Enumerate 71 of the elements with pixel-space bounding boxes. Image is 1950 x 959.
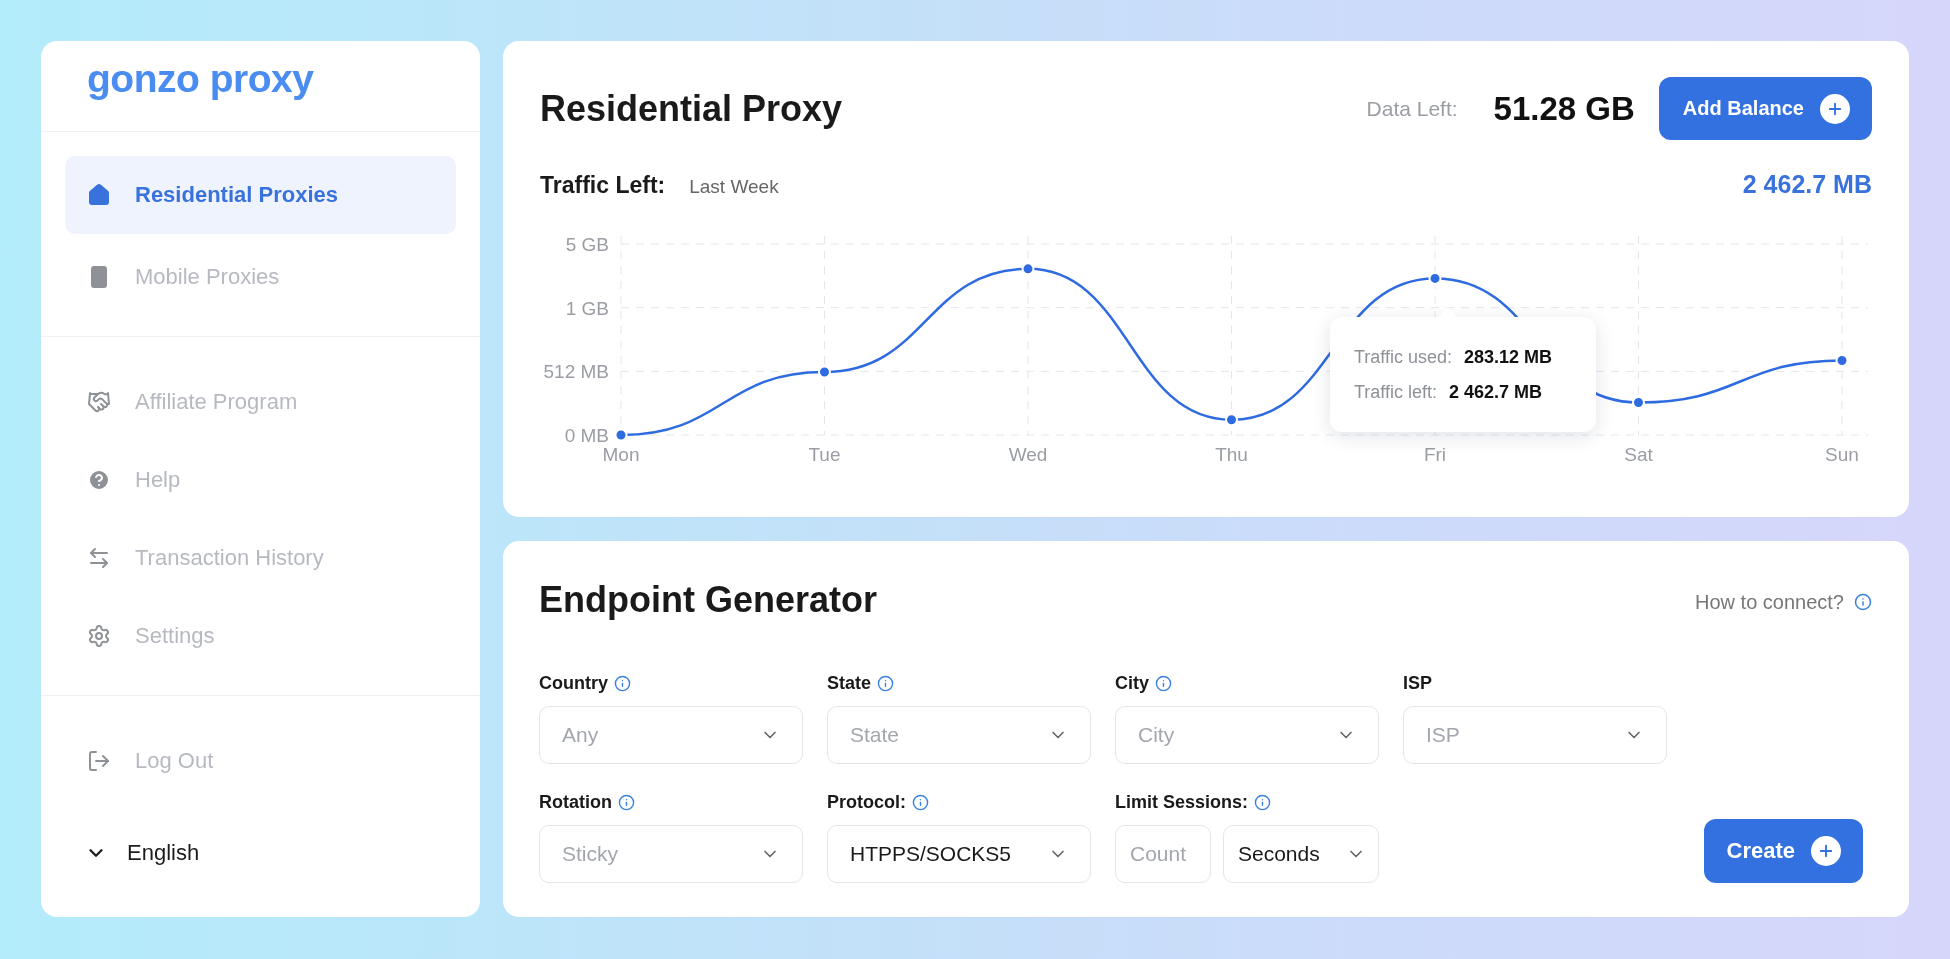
nav-item[interactable]: Mobile Proxies — [65, 242, 456, 312]
axis-label: Thu — [1215, 444, 1248, 465]
data-point — [1835, 354, 1849, 367]
select-field[interactable]: ISP — [1403, 706, 1667, 764]
period-label: Last Week — [689, 176, 780, 198]
plus-icon — [1820, 93, 1850, 124]
help-link[interactable]: How to connect? — [1695, 590, 1872, 614]
info-icon[interactable] — [877, 675, 894, 692]
tooltip-label: Traffic used: — [1354, 346, 1453, 368]
info-icon — [1854, 593, 1872, 611]
help-icon — [87, 468, 111, 492]
select-field[interactable]: Sticky — [539, 825, 803, 883]
transfer-icon — [87, 546, 111, 570]
logout-icon — [87, 749, 111, 773]
input-field[interactable]: Count — [1115, 825, 1211, 883]
data-point — [1632, 396, 1645, 410]
select-field[interactable]: State — [827, 706, 1091, 764]
gear-icon — [87, 624, 111, 648]
house-icon — [87, 183, 111, 207]
select-field[interactable]: City — [1115, 706, 1379, 764]
axis-label: 1 GB — [565, 297, 609, 319]
axis-label: Fri — [1423, 444, 1447, 465]
plus-icon — [1811, 836, 1841, 866]
data-left-label: Data Left: — [1366, 96, 1458, 121]
info-icon[interactable] — [614, 675, 631, 692]
field-label: ISP — [1403, 673, 1432, 694]
create-button[interactable]: Create — [1703, 819, 1863, 883]
data-point — [1225, 413, 1238, 427]
nav-item[interactable]: Transaction History — [65, 523, 456, 593]
axis-label: Wed — [1008, 444, 1048, 465]
nav-item[interactable]: Residential Proxies — [65, 156, 456, 234]
info-icon[interactable] — [1254, 794, 1272, 811]
tooltip-value: 283.12 MB — [1464, 346, 1553, 368]
axis-label: Sat — [1624, 444, 1653, 465]
tooltip-label: Traffic left: — [1354, 381, 1438, 403]
axis-label: Tue — [808, 444, 841, 465]
select-field[interactable]: HTPPS/SOCKS5 — [827, 825, 1091, 883]
axis-label: Mon — [602, 444, 640, 465]
nav-item[interactable]: Log Out — [65, 726, 456, 796]
axis-label: 5 GB — [565, 234, 609, 255]
data-point — [614, 428, 628, 442]
field-label: City — [1115, 673, 1149, 694]
info-icon[interactable] — [1155, 675, 1172, 692]
traffic-label: Traffic Left: — [540, 172, 666, 199]
handshake-icon — [87, 390, 111, 414]
axis-label: 512 MB — [543, 361, 609, 383]
info-icon[interactable] — [912, 794, 929, 811]
nav-item[interactable]: Affiliate Program — [65, 367, 456, 437]
nav-item[interactable]: Settings — [65, 601, 456, 671]
field-label: State — [827, 673, 871, 694]
data-point — [1021, 262, 1035, 276]
field-label: Rotation — [539, 792, 612, 813]
data-point — [818, 365, 831, 379]
nav-item[interactable]: Help — [65, 445, 456, 515]
traffic-total: 2 462.7 MB — [1742, 170, 1872, 199]
data-left-value: 51.28 GB — [1493, 89, 1635, 128]
add-balance-button[interactable]: Add Balance — [1658, 77, 1872, 140]
axis-label: Sun — [1825, 444, 1859, 465]
axis-label: 0 MB — [564, 425, 609, 446]
tooltip-value: 2 462.7 MB — [1449, 381, 1543, 403]
select-field[interactable]: Seconds — [1223, 825, 1379, 883]
logo: gonzo proxy — [86, 56, 315, 102]
field-label: Limit Sessions: — [1115, 792, 1249, 813]
data-point — [1428, 271, 1442, 285]
language-selector[interactable]: English — [41, 820, 480, 866]
info-icon[interactable] — [618, 794, 635, 811]
field-label: Country — [539, 673, 608, 694]
card-title: Residential Proxy — [540, 87, 844, 130]
card-title: Endpoint Generator — [539, 579, 878, 621]
select-field[interactable]: Any — [539, 706, 803, 764]
field-label: Protocol: — [827, 792, 906, 813]
